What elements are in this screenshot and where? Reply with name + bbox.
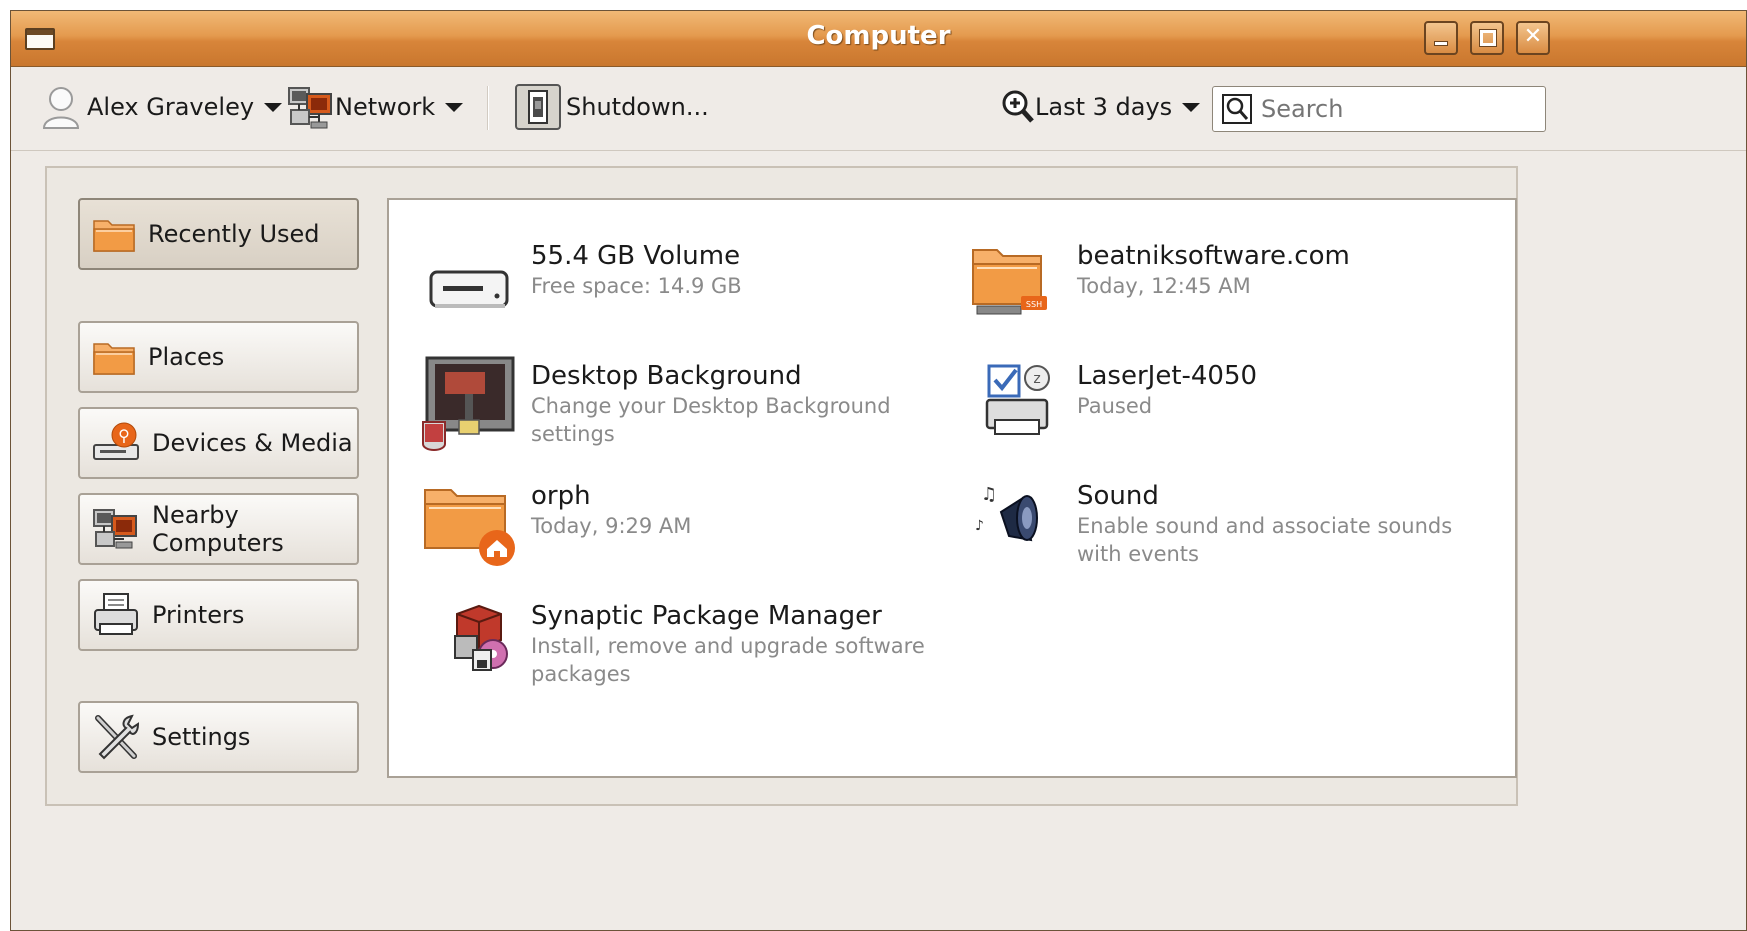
printer-icon: z — [985, 364, 1050, 435]
power-switch-icon — [515, 84, 561, 130]
svg-text:z: z — [1033, 371, 1040, 387]
main-panel: Recently Used Places ⚲ Devices & Media N… — [45, 166, 1518, 806]
sidebar-item-settings[interactable]: Settings — [78, 701, 359, 773]
network-menu-button[interactable]: Network — [287, 84, 464, 130]
list-item-beatniksoftware[interactable]: SSH beatniksoftware.com Today, 12:45 AM — [967, 236, 1487, 346]
title-bar[interactable]: Computer ✕ — [11, 11, 1746, 67]
folder-icon — [93, 220, 135, 252]
sidebar-item-label: Places — [148, 343, 225, 371]
sidebar-item-nearby-computers[interactable]: Nearby Computers — [78, 493, 359, 565]
network-computers-icon — [93, 509, 137, 549]
item-title: orph — [531, 481, 591, 511]
user-avatar-icon — [42, 87, 80, 129]
chevron-down-icon — [264, 102, 283, 112]
svg-text:♫: ♫ — [981, 484, 997, 505]
date-filter-label: Last 3 days — [1035, 93, 1173, 121]
sidebar-item-label: Recently Used — [148, 220, 320, 248]
network-icon — [288, 87, 332, 129]
list-item-sound[interactable]: ♫ ♪ Sound Enable sound and associate sou… — [967, 476, 1487, 586]
sidebar-item-label: Devices & Media — [152, 429, 353, 457]
close-icon: ✕ — [1523, 24, 1543, 49]
search-input[interactable] — [1261, 95, 1531, 123]
speaker-icon: ♫ ♪ — [975, 484, 1038, 542]
package-icon — [454, 604, 508, 671]
zoom-in-icon — [1002, 90, 1034, 123]
sidebar-item-label: Printers — [152, 601, 245, 629]
svg-text:SSH: SSH — [1026, 300, 1042, 309]
item-title: Sound — [1077, 481, 1159, 511]
item-title: LaserJet-4050 — [1077, 361, 1258, 391]
desktop-background-icon — [422, 356, 515, 451]
svg-text:⚲: ⚲ — [118, 426, 130, 445]
minimize-button[interactable] — [1424, 21, 1458, 55]
sidebar-item-places[interactable]: Places — [78, 321, 359, 393]
svg-text:♪: ♪ — [975, 518, 984, 534]
usb-drive-icon: ⚲ — [93, 422, 139, 460]
shutdown-label: Shutdown... — [566, 93, 709, 121]
tools-icon — [95, 714, 140, 760]
content-area: 55.4 GB Volume Free space: 14.9 GB SSH b… — [387, 198, 1517, 778]
item-subtitle: Install, remove and upgrade software pac… — [531, 634, 925, 686]
search-box[interactable] — [1212, 86, 1546, 132]
date-filter-button[interactable]: Last 3 days — [1001, 84, 1201, 130]
home-folder-icon — [424, 489, 515, 566]
sidebar-item-label: Settings — [152, 723, 251, 751]
search-icon — [1222, 94, 1252, 124]
item-subtitle: Paused — [1077, 394, 1153, 418]
network-label: Network — [335, 93, 436, 121]
item-title: Desktop Background — [531, 361, 802, 391]
toolbar: Alex Graveley Network Shutdown... Last 3… — [11, 68, 1746, 150]
sidebar-item-label: Nearby Computers — [152, 501, 284, 557]
user-name: Alex Graveley — [87, 93, 255, 121]
item-title: Synaptic Package Manager — [531, 601, 882, 631]
minimize-icon — [1434, 41, 1448, 46]
sidebar-item-devices-media[interactable]: ⚲ Devices & Media — [78, 407, 359, 479]
list-item-synaptic[interactable]: Synaptic Package Manager Install, remove… — [421, 596, 941, 706]
item-subtitle: Today, 9:29 AM — [531, 514, 692, 538]
sidebar-item-printers[interactable]: Printers — [78, 579, 359, 651]
chevron-down-icon — [445, 102, 464, 112]
ssh-folder-icon: SSH — [972, 249, 1047, 315]
item-subtitle: Enable sound and associate sounds with e… — [1077, 514, 1453, 566]
list-item-desktop-background[interactable]: Desktop Background Change your Desktop B… — [421, 356, 941, 466]
list-item-laserjet[interactable]: z LaserJet-4050 Paused — [967, 356, 1487, 466]
printer-icon — [94, 593, 138, 635]
chevron-down-icon — [1182, 102, 1201, 112]
user-menu-button[interactable]: Alex Graveley — [41, 84, 283, 130]
sidebar-item-recently-used[interactable]: Recently Used — [78, 198, 359, 270]
item-subtitle: Today, 12:45 AM — [1077, 274, 1251, 298]
list-item-orph[interactable]: orph Today, 9:29 AM — [421, 476, 941, 586]
computer-window: Computer ✕ Alex Graveley Network Shutdow… — [10, 10, 1747, 931]
item-subtitle: Free space: 14.9 GB — [531, 274, 742, 298]
item-subtitle: Change your Desktop Background settings — [531, 394, 891, 446]
folder-icon — [93, 343, 135, 375]
list-item-volume[interactable]: 55.4 GB Volume Free space: 14.9 GB — [421, 236, 941, 346]
close-button[interactable]: ✕ — [1516, 21, 1550, 55]
toolbar-separator — [487, 86, 489, 130]
item-title: beatniksoftware.com — [1077, 241, 1350, 271]
item-title: 55.4 GB Volume — [531, 241, 741, 271]
toolbar-divider — [11, 150, 1746, 151]
shutdown-button[interactable]: Shutdown... — [514, 84, 709, 130]
hard-drive-icon — [429, 270, 509, 308]
maximize-icon — [1479, 29, 1497, 47]
maximize-button[interactable] — [1470, 21, 1504, 55]
